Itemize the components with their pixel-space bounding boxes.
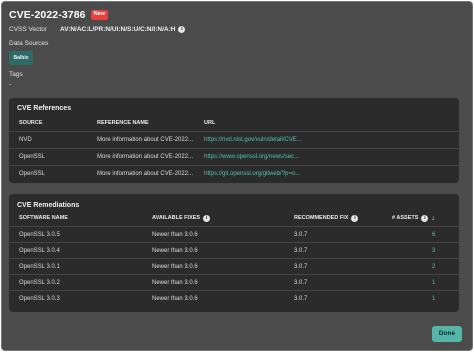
recommended-fix: 3.0.7 <box>294 280 308 286</box>
column-header-url: URL <box>204 120 216 126</box>
assets-count-link[interactable]: 3 <box>432 243 435 259</box>
column-header-assets[interactable]: # ASSETS i ↓ <box>392 212 435 225</box>
recommended-fix: 3.0.7 <box>294 264 308 270</box>
reference-url-link[interactable]: https://nvd.nist.gov/vuln/detail/CVE... <box>204 132 302 148</box>
column-header-reference-name: REFERENCE NAME <box>97 120 149 126</box>
recommended-fix: 3.0.7 <box>294 296 308 302</box>
cvss-vector-value: AV:N/AC:L/PR:N/UI:N/S:U/C:N/I:N/A:H i <box>60 26 186 33</box>
column-header-available-fixes: AVAILABLE FIXES i <box>152 212 211 225</box>
tags-value: - <box>9 81 12 88</box>
assets-count-link[interactable]: 1 <box>432 291 435 307</box>
table-row: OpenSSL 3.0.2 Newer than 3.0.6 3.0.7 1 <box>9 274 459 291</box>
software-name: OpenSSL 3.0.3 <box>19 296 60 302</box>
references-table-header: SOURCE REFERENCE NAME URL <box>9 117 459 130</box>
available-fixes: Newer than 3.0.6 <box>152 264 198 270</box>
available-fixes: Newer than 3.0.6 <box>152 248 198 254</box>
data-source-chip: Balbix <box>9 51 33 65</box>
reference-url-link[interactable]: https://www.openssl.org/news/sec... <box>204 149 299 165</box>
page-title: CVE-2022-3786 <box>9 9 86 21</box>
software-name: OpenSSL 3.0.4 <box>19 248 60 254</box>
reference-source: OpenSSL <box>19 154 46 160</box>
table-row: OpenSSL 3.0.4 Newer than 3.0.6 3.0.7 3 <box>9 242 459 259</box>
assets-count-link[interactable]: 2 <box>432 259 435 275</box>
column-header-recommended-fix: RECOMMENDED FIX i <box>294 212 359 225</box>
table-row: OpenSSL 3.0.1 Newer than 3.0.6 3.0.7 2 <box>9 258 459 275</box>
cve-remediations-title: CVE Remediations <box>17 202 80 209</box>
remediations-table-header: SOFTWARE NAME AVAILABLE FIXES i RECOMMEN… <box>9 212 459 225</box>
column-header-source: SOURCE <box>19 120 43 126</box>
cvss-vector-label: CVSS Vector <box>9 26 47 33</box>
info-icon[interactable]: i <box>351 215 359 222</box>
table-row: NVD More information about CVE-2022... h… <box>9 131 459 148</box>
cve-remediations-panel: CVE Remediations SOFTWARE NAME AVAILABLE… <box>9 194 459 312</box>
column-header-software-name: SOFTWARE NAME <box>19 215 68 221</box>
info-icon[interactable]: i <box>178 26 186 33</box>
reference-name: More information about CVE-2022... <box>97 137 194 143</box>
reference-source: NVD <box>19 137 32 143</box>
assets-count-link[interactable]: 6 <box>432 227 435 243</box>
cve-detail-modal: CVE-2022-3786 New CVSS Vector AV:N/AC:L/… <box>1 1 473 351</box>
data-sources-label: Data Sources <box>9 40 49 47</box>
table-row: OpenSSL 3.0.5 Newer than 3.0.6 3.0.7 6 <box>9 226 459 243</box>
cve-references-title: CVE References <box>17 105 72 112</box>
arrow-down-icon[interactable]: ↓ <box>431 215 435 222</box>
reference-name: More information about CVE-2022... <box>97 154 194 160</box>
available-fixes: Newer than 3.0.6 <box>152 280 198 286</box>
new-badge: New <box>90 10 108 20</box>
recommended-fix: 3.0.7 <box>294 232 308 238</box>
tags-label: Tags <box>9 71 23 78</box>
software-name: OpenSSL 3.0.5 <box>19 232 60 238</box>
software-name: OpenSSL 3.0.2 <box>19 280 60 286</box>
cve-references-panel: CVE References SOURCE REFERENCE NAME URL… <box>9 98 459 183</box>
reference-name: More information about CVE-2022... <box>97 171 194 177</box>
available-fixes: Newer than 3.0.6 <box>152 296 198 302</box>
table-row: OpenSSL 3.0.3 Newer than 3.0.6 3.0.7 1 <box>9 290 459 307</box>
recommended-fix-label: RECOMMENDED FIX <box>294 215 349 221</box>
table-row: OpenSSL More information about CVE-2022.… <box>9 165 459 182</box>
info-icon[interactable]: i <box>421 215 429 222</box>
cvss-vector-text: AV:N/AC:L/PR:N/UI:N/S:U/C:N/I:N/A:H <box>60 26 176 33</box>
info-icon[interactable]: i <box>203 215 211 222</box>
reference-source: OpenSSL <box>19 171 46 177</box>
reference-url-link[interactable]: https://git.openssl.org/gitweb/?p=o... <box>204 166 300 182</box>
recommended-fix: 3.0.7 <box>294 248 308 254</box>
available-fixes-label: AVAILABLE FIXES <box>152 215 201 221</box>
assets-label: # ASSETS <box>392 215 419 221</box>
title-row: CVE-2022-3786 New <box>9 9 108 21</box>
done-button[interactable]: Done <box>432 326 462 342</box>
assets-count-link[interactable]: 1 <box>432 275 435 291</box>
available-fixes: Newer than 3.0.6 <box>152 232 198 238</box>
software-name: OpenSSL 3.0.1 <box>19 264 60 270</box>
table-row: OpenSSL More information about CVE-2022.… <box>9 148 459 165</box>
